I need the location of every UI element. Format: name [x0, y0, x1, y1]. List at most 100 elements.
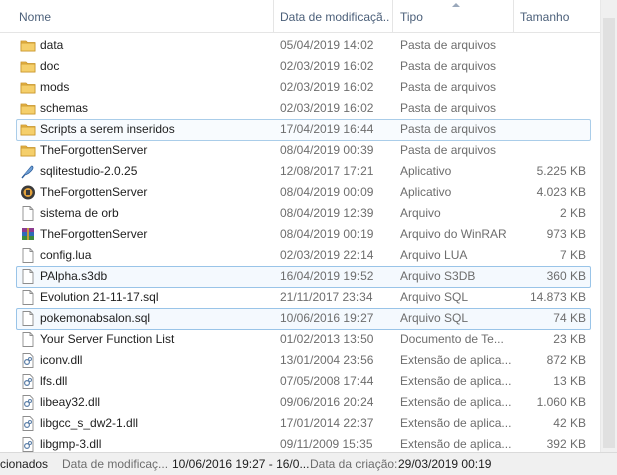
folder-icon [20, 122, 36, 137]
file-size: 973 KB [546, 227, 586, 241]
file-type: Pasta de arquivos [400, 143, 497, 157]
file-icon [20, 248, 36, 263]
folder-icon [20, 59, 36, 74]
column-divider[interactable] [273, 0, 274, 32]
file-name: config.lua [40, 248, 92, 262]
folder-icon [20, 38, 36, 53]
file-list: data 05/04/2019 14:02 Pasta de arquivos doc… [0, 35, 600, 455]
file-row[interactable]: schemas 02/03/2019 16:02 Pasta de arquivos [0, 98, 600, 119]
file-date-modified: 08/04/2019 00:19 [280, 227, 374, 241]
file-name: TheForgottenServer [40, 227, 148, 241]
file-row[interactable]: TheForgottenServer 08/04/2019 00:39 Pasta … [0, 140, 600, 161]
file-date-modified: 08/04/2019 12:39 [280, 206, 374, 220]
file-type: Pasta de arquivos [400, 59, 497, 73]
file-row[interactable]: mods 02/03/2019 16:02 Pasta de arquivos [0, 77, 600, 98]
file-date-modified: 16/04/2019 19:52 [280, 269, 374, 283]
file-date-modified: 10/06/2016 19:27 [280, 311, 374, 325]
file-date-modified: 07/05/2008 17:44 [280, 374, 374, 388]
file-type: Pasta de arquivos [400, 122, 497, 136]
file-row[interactable]: config.lua 02/03/2019 22:14 Arquivo LUA 7 K… [0, 245, 600, 266]
date-created-label: Data da criação: [310, 457, 398, 471]
folder-icon [20, 101, 36, 116]
file-type: Pasta de arquivos [400, 101, 497, 115]
column-header: Nome Data de modificaçã... Tipo Tamanho [0, 0, 600, 33]
file-row[interactable]: Scripts a serem inseridos 17/04/2019 16:4… [0, 119, 600, 141]
file-row[interactable]: data 05/04/2019 14:02 Pasta de arquivos [0, 35, 600, 56]
column-divider[interactable] [513, 0, 514, 32]
file-icon [20, 332, 36, 347]
file-name: Your Server Function List [40, 332, 175, 346]
file-row[interactable]: Evolution 21-11-17.sql 21/11/2017 23:34 Ar… [0, 287, 600, 308]
file-name: PAlpha.s3db [40, 269, 108, 283]
scrollbar-thumb[interactable] [603, 18, 615, 448]
dll-icon [20, 395, 36, 410]
file-size: 1.060 KB [536, 395, 586, 409]
file-size: 42 KB [553, 416, 586, 430]
file-icon [20, 269, 36, 284]
file-icon [20, 311, 36, 326]
file-name: data [40, 38, 64, 52]
feather-icon [20, 164, 36, 179]
file-date-modified: 08/04/2019 00:39 [280, 143, 374, 157]
file-date-modified: 02/03/2019 16:02 [280, 80, 374, 94]
file-type: Pasta de arquivos [400, 80, 497, 94]
file-date-modified: 17/01/2014 22:37 [280, 416, 374, 430]
column-divider[interactable] [392, 0, 393, 32]
column-type-header[interactable]: Tipo [400, 0, 423, 32]
file-icon [20, 206, 36, 221]
file-name: libeay32.dll [40, 395, 101, 409]
date-created-value: 29/03/2019 00:19 [398, 457, 492, 471]
file-row[interactable]: TheForgottenServer 08/04/2019 00:19 Arquiv… [0, 224, 600, 245]
file-type: Extensão de aplica... [400, 416, 512, 430]
file-size: 2 KB [559, 206, 586, 220]
file-size: 13 KB [553, 374, 586, 388]
file-row[interactable]: libeay32.dll 09/06/2016 20:24 Extensão de … [0, 392, 600, 413]
app-icon [20, 185, 36, 200]
column-size-header[interactable]: Tamanho [520, 0, 569, 32]
folder-icon [20, 143, 36, 158]
file-row[interactable]: sqlitestudio-2.0.25 12/08/2017 17:21 Aplic… [0, 161, 600, 182]
dll-icon [20, 416, 36, 431]
file-row[interactable]: Your Server Function List 01/02/2013 13:5… [0, 329, 600, 350]
file-name: libgcc_s_dw2-1.dll [40, 416, 139, 430]
dll-icon [20, 437, 36, 452]
file-date-modified: 13/01/2004 23:56 [280, 353, 374, 367]
file-name: mods [40, 80, 70, 94]
winrar-icon [20, 227, 36, 242]
file-type: Extensão de aplica... [400, 353, 512, 367]
file-date-modified: 01/02/2013 13:50 [280, 332, 374, 346]
vertical-scrollbar[interactable] [600, 0, 617, 452]
file-date-modified: 09/06/2016 20:24 [280, 395, 374, 409]
file-size: 872 KB [546, 353, 586, 367]
file-row[interactable]: sistema de orb 08/04/2019 12:39 Arquivo 2 K… [0, 203, 600, 224]
file-name: iconv.dll [40, 353, 83, 367]
file-type: Pasta de arquivos [400, 38, 497, 52]
file-size: 7 KB [559, 248, 586, 262]
file-row[interactable]: lfs.dll 07/05/2008 17:44 Extensão de aplic… [0, 371, 600, 392]
file-row[interactable]: pokemonabsalon.sql 10/06/2016 19:27 Arquiv… [0, 308, 600, 330]
file-row[interactable]: doc 02/03/2019 16:02 Pasta de arquivos [0, 56, 600, 77]
file-date-modified: 02/03/2019 16:02 [280, 101, 374, 115]
dll-icon [20, 353, 36, 368]
file-type: Arquivo do WinRAR [400, 227, 507, 241]
file-date-modified: 08/04/2019 00:09 [280, 185, 374, 199]
file-size: 360 KB [546, 269, 586, 283]
file-name: sqlitestudio-2.0.25 [40, 164, 138, 178]
column-name-header[interactable]: Nome [19, 0, 51, 32]
file-type: Arquivo SQL [400, 311, 469, 325]
file-type: Arquivo [400, 206, 441, 220]
folder-icon [20, 80, 36, 95]
selection-count: cionados [0, 457, 49, 471]
file-row[interactable]: iconv.dll 13/01/2004 23:56 Extensão de apl… [0, 350, 600, 371]
status-bar: cionados Data de modificaç... 10/06/2016… [0, 452, 617, 475]
file-name: TheForgottenServer [40, 143, 148, 157]
file-date-modified: 02/03/2019 16:02 [280, 59, 374, 73]
file-row[interactable]: PAlpha.s3db 16/04/2019 19:52 Arquivo S3DB 3… [0, 266, 600, 288]
column-date-header[interactable]: Data de modificaçã... [280, 0, 390, 32]
file-size: 23 KB [553, 332, 586, 346]
file-row[interactable]: libgcc_s_dw2-1.dll 17/01/2014 22:37 Extens… [0, 413, 600, 434]
file-name: TheForgottenServer [40, 185, 148, 199]
file-row[interactable]: TheForgottenServer 08/04/2019 00:09 Aplica… [0, 182, 600, 203]
file-type: Documento de Te... [400, 332, 504, 346]
file-name: pokemonabsalon.sql [40, 311, 151, 325]
